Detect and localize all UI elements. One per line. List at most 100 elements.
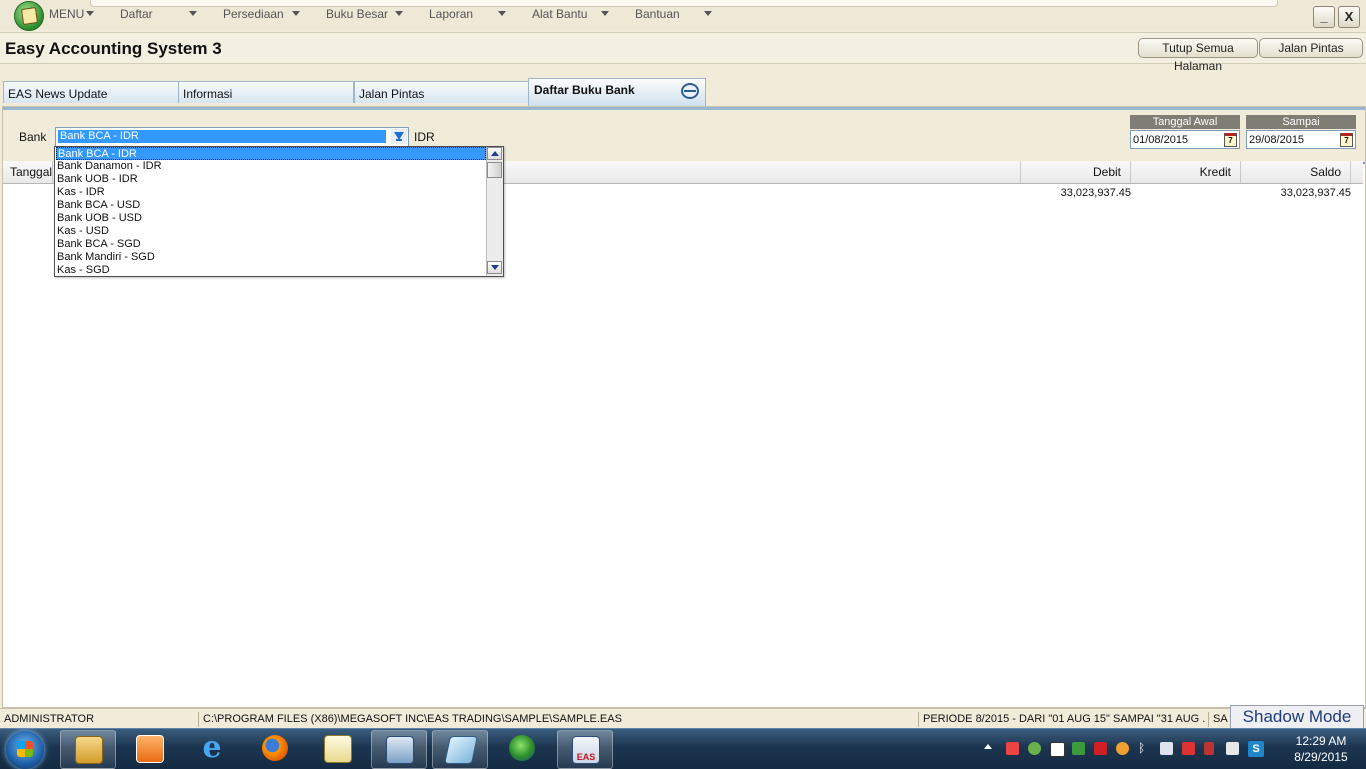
chevron-down-icon[interactable] xyxy=(86,11,94,16)
firefox-icon xyxy=(262,735,288,761)
taskbar-firefox[interactable] xyxy=(248,730,302,767)
tab-label: Daftar Buku Bank xyxy=(534,83,635,97)
checkbox-tray-icon[interactable] xyxy=(1050,742,1065,757)
tool-icon[interactable] xyxy=(1006,742,1019,755)
dropdown-option[interactable]: Bank UOB - USD xyxy=(56,212,486,225)
audio-app-icon[interactable] xyxy=(1116,742,1129,755)
network-icon[interactable] xyxy=(1204,742,1214,755)
column-header-saldo[interactable]: Saldo xyxy=(1241,161,1351,183)
taskbar-app[interactable] xyxy=(432,730,488,769)
bank-label: Bank xyxy=(19,130,47,144)
dropdown-option[interactable]: Bank UOB - IDR xyxy=(56,173,486,186)
start-date-value: 01/08/2015 xyxy=(1133,134,1189,146)
menu-laporan[interactable]: Laporan xyxy=(429,7,473,21)
tab-jalan-pintas[interactable]: Jalan Pintas xyxy=(354,81,530,103)
minimize-button[interactable]: _ xyxy=(1313,6,1335,28)
chevron-down-icon[interactable] xyxy=(395,11,403,16)
calendar-icon[interactable]: 7 xyxy=(1224,133,1237,147)
dropdown-option[interactable]: Bank BCA - IDR xyxy=(56,147,486,160)
shortcut-button[interactable]: Jalan Pintas xyxy=(1259,38,1363,58)
column-header-debit[interactable]: Debit xyxy=(1021,161,1131,183)
taskbar-notepad[interactable] xyxy=(310,730,364,767)
tab-daftar-buku-bank[interactable]: Daftar Buku Bank xyxy=(528,78,706,106)
menu-alat-bantu[interactable]: Alat Bantu xyxy=(532,7,587,21)
update-icon[interactable] xyxy=(1072,742,1085,755)
internet-explorer-icon: e xyxy=(202,730,222,765)
show-hidden-icons-icon[interactable] xyxy=(984,744,992,749)
taskbar-explorer[interactable] xyxy=(60,730,116,769)
dropdown-option[interactable]: Bank BCA - SGD xyxy=(56,238,486,251)
debit-cell: 33,023,937.45 xyxy=(1060,187,1131,199)
app-icon xyxy=(444,736,478,764)
network-app-icon[interactable] xyxy=(1028,742,1041,755)
calendar-icon[interactable]: 7 xyxy=(1340,133,1353,147)
menu-main[interactable]: MENU xyxy=(49,7,84,21)
app-logo-icon[interactable] xyxy=(14,1,44,31)
status-period: PERIODE 8/2015 - DARI "01 AUG 15" SAMPAI… xyxy=(918,712,1205,727)
menu-buku-besar[interactable]: Buku Besar xyxy=(326,7,388,21)
taskbar-eas[interactable]: EAS xyxy=(557,730,613,769)
status-bar: ADMINISTRATOR C:\PROGRAM FILES (X86)\MEG… xyxy=(0,705,1366,729)
scroll-up-icon[interactable] xyxy=(487,147,502,160)
app-title: Easy Accounting System 3 xyxy=(5,39,222,58)
tab-label: EAS News Update xyxy=(8,87,108,101)
menu-persediaan[interactable]: Persediaan xyxy=(223,7,284,21)
bank-select[interactable]: Bank BCA - IDR xyxy=(55,127,409,147)
close-tab-icon[interactable] xyxy=(681,83,699,99)
tab-label: Informasi xyxy=(183,87,233,101)
scroll-down-icon[interactable] xyxy=(487,261,502,274)
start-date-label: Tanggal Awal xyxy=(1130,115,1240,129)
chevron-down-icon[interactable] xyxy=(292,11,300,16)
dropdown-arrow-icon[interactable] xyxy=(391,129,407,144)
globe-icon xyxy=(509,735,535,761)
chevron-down-icon[interactable] xyxy=(189,11,197,16)
menu-daftar[interactable]: Daftar xyxy=(120,7,153,21)
taskbar-task-manager[interactable] xyxy=(371,730,427,769)
device-icon[interactable] xyxy=(1160,742,1173,755)
chevron-down-icon[interactable] xyxy=(498,11,506,16)
task-manager-icon xyxy=(386,736,414,764)
currency-label: IDR xyxy=(414,130,435,144)
saldo-cell: 33,023,937.45 xyxy=(1280,187,1351,199)
volume-icon[interactable] xyxy=(1226,742,1239,755)
chevron-down-icon[interactable] xyxy=(704,11,712,16)
tab-bar: EAS News Update Informasi Jalan Pintas D… xyxy=(0,70,1366,106)
dropdown-option[interactable]: Kas - IDR xyxy=(56,186,486,199)
menu-bantuan[interactable]: Bantuan xyxy=(635,7,680,21)
clock-date: 8/29/2015 xyxy=(1294,750,1348,764)
skype-icon[interactable]: S xyxy=(1248,741,1264,757)
clock-time: 12:29 AM xyxy=(1295,734,1347,748)
end-date-field[interactable]: 29/08/2015 7 xyxy=(1246,130,1356,149)
taskbar-internet-explorer[interactable]: e xyxy=(185,730,239,767)
tab-informasi[interactable]: Informasi xyxy=(178,81,354,103)
start-date-field[interactable]: 01/08/2015 7 xyxy=(1130,130,1240,149)
usb-icon[interactable] xyxy=(1182,742,1195,755)
bluetooth-icon[interactable]: ᛒ xyxy=(1138,742,1151,755)
status-file-path: C:\PROGRAM FILES (X86)\MEGASOFT INC\EAS … xyxy=(198,712,915,727)
title-bar: Easy Accounting System 3 Tutup Semua Hal… xyxy=(0,32,1366,73)
taskbar-globe[interactable] xyxy=(495,730,549,767)
taskbar-media-player[interactable] xyxy=(122,730,176,767)
end-date-label: Sampai xyxy=(1246,115,1356,129)
media-player-icon xyxy=(136,735,164,763)
dropdown-option[interactable]: Bank BCA - USD xyxy=(56,199,486,212)
dropdown-option[interactable]: Bank Danamon - IDR xyxy=(56,160,486,173)
bank-dropdown-list: Bank BCA - IDR Bank Danamon - IDR Bank U… xyxy=(54,146,504,277)
dropdown-option[interactable]: Kas - SGD xyxy=(56,264,486,277)
menu-bar: MENU Daftar Persediaan Buku Besar Lapora… xyxy=(0,0,1366,31)
shadow-mode-badge[interactable]: Shadow Mode xyxy=(1230,705,1364,729)
windows-start-icon[interactable] xyxy=(6,731,44,769)
chevron-down-icon[interactable] xyxy=(601,11,609,16)
tab-eas-news-update[interactable]: EAS News Update xyxy=(3,81,179,103)
dropdown-option[interactable]: Kas - USD xyxy=(56,225,486,238)
close-button[interactable]: X xyxy=(1338,6,1360,28)
clock[interactable]: 12:29 AM 8/29/2015 xyxy=(1286,733,1356,765)
column-header-tanggal[interactable]: Tanggal xyxy=(3,161,53,183)
column-header-kredit[interactable]: Kredit xyxy=(1131,161,1241,183)
dropdown-option[interactable]: Bank Mandiri - SGD xyxy=(56,251,486,264)
scroll-thumb[interactable] xyxy=(487,162,502,178)
shield-icon[interactable] xyxy=(1094,742,1107,755)
dropdown-scrollbar[interactable] xyxy=(486,147,503,276)
close-all-pages-button[interactable]: Tutup Semua Halaman xyxy=(1138,38,1258,73)
end-date-value: 29/08/2015 xyxy=(1249,134,1305,146)
